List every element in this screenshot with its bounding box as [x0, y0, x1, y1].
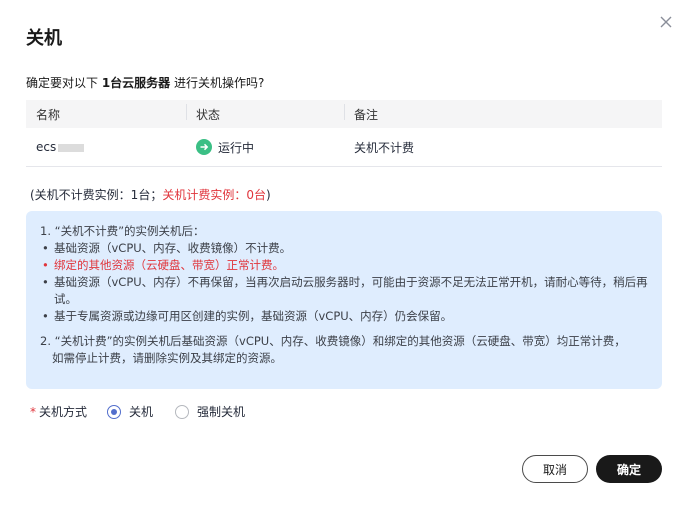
- close-icon[interactable]: [656, 12, 676, 32]
- confirm-button[interactable]: 确定: [596, 455, 662, 483]
- list-item: 基础资源（vCPU、内存）不再保留，当再次启动云服务器时，可能由于资源不足无法正…: [40, 274, 648, 308]
- notice-section-1-title: 1. “关机不计费”的实例关机后：: [40, 224, 205, 238]
- nonbilled-count: (关机不计费实例：1台；: [30, 188, 163, 202]
- radio-checked-icon[interactable]: [107, 404, 122, 419]
- table-header: 名称 状态 备注: [26, 100, 662, 128]
- confirm-suffix: 进行关机操作吗?: [170, 76, 265, 90]
- list-item: 绑定的其他资源（云硬盘、带宽）正常计费。: [40, 257, 648, 274]
- shutdown-method-label: 关机方式: [39, 405, 88, 419]
- instance-note: 关机不计费: [354, 140, 415, 155]
- instance-count-summary: (关机不计费实例：1台；关机计费实例：0台): [30, 186, 271, 203]
- shutdown-method-field: * 关机方式 关机 强制关机: [30, 403, 267, 420]
- masked-name-block: [58, 143, 85, 152]
- list-item: 基于专属资源或边缘可用区创建的实例，基础资源（vCPU、内存）仍会保留。: [40, 308, 648, 325]
- column-header-status: 状态: [186, 103, 344, 123]
- shutdown-dialog: 关机 确定要对以下 1台云服务器 进行关机操作吗? 名称 状态 备注 ecs 运…: [0, 0, 684, 513]
- running-arrow-icon: [196, 139, 212, 155]
- radio-force-shutdown[interactable]: 强制关机: [175, 403, 245, 420]
- notice-section-2-line1: 2. “关机计费”的实例关机后基础资源（vCPU、内存、收费镜像）和绑定的其他资…: [40, 334, 626, 348]
- shutdown-notice: 1. “关机不计费”的实例关机后： 基础资源（vCPU、内存、收费镜像）不计费。…: [26, 211, 662, 389]
- list-item: 基础资源（vCPU、内存、收费镜像）不计费。: [40, 240, 648, 257]
- instance-status: 运行中: [218, 140, 255, 155]
- close-paren: ): [265, 188, 271, 202]
- cancel-button[interactable]: 取消: [522, 455, 588, 483]
- instance-status-cell: 运行中: [186, 139, 344, 156]
- billed-count: 关机计费实例：0台: [162, 188, 266, 202]
- confirm-count: 1台云服务器: [101, 76, 171, 90]
- confirm-message: 确定要对以下 1台云服务器 进行关机操作吗?: [26, 74, 264, 91]
- instance-name: ecs: [36, 140, 57, 154]
- instance-name-cell: ecs: [26, 140, 186, 154]
- shutdown-method-radio-group: 关机 强制关机: [107, 403, 267, 420]
- notice-section-1-list: 基础资源（vCPU、内存、收费镜像）不计费。 绑定的其他资源（云硬盘、带宽）正常…: [40, 240, 648, 325]
- table-row: ecs 运行中 关机不计费: [26, 128, 662, 167]
- instance-table: 名称 状态 备注 ecs 运行中 关机不计费: [26, 100, 662, 167]
- required-mark: *: [30, 404, 36, 419]
- radio-force-shutdown-label: 强制关机: [197, 405, 246, 419]
- dialog-title: 关机: [26, 28, 62, 49]
- radio-unchecked-icon[interactable]: [175, 404, 190, 419]
- column-header-note: 备注: [344, 103, 662, 123]
- radio-shutdown-label: 关机: [129, 405, 154, 419]
- radio-shutdown[interactable]: 关机: [107, 403, 153, 420]
- notice-section-2-line2: 如需停止计费，请删除实例及其绑定的资源。: [52, 351, 282, 365]
- column-header-name: 名称: [36, 107, 61, 122]
- confirm-prefix: 确定要对以下: [26, 76, 102, 90]
